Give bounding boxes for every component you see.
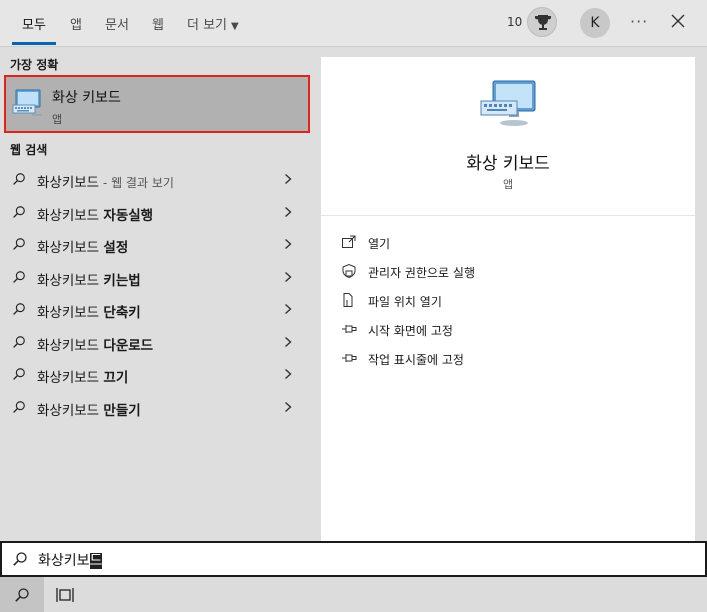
detail-subtitle: 앱 (502, 178, 514, 191)
chevron-right-icon (285, 336, 292, 347)
web-search-item-suggestion: 단축키 (103, 305, 141, 321)
web-search-item-suggestion: 키는법 (103, 272, 141, 289)
best-match-subtitle: 앱 (52, 113, 63, 126)
search-icon (13, 205, 25, 218)
search-icon (13, 270, 25, 283)
search-input[interactable]: 화상키보드 (38, 550, 103, 570)
web-search-item-query: 화상키보드 (37, 337, 104, 354)
tab-web[interactable]: 웹 (152, 14, 164, 33)
shield-icon (342, 263, 356, 279)
detail-panel: 화상 키보드 앱 열기 관리자 권한으로 실행 파일 위치 열기 시작 화면에 … (321, 57, 695, 541)
search-icon (15, 588, 29, 602)
active-tab-indicator (12, 42, 56, 45)
web-search-item-text: 화상키보드 단축키 (37, 301, 141, 321)
web-search-item[interactable]: 화상키보드 키는법 (0, 261, 316, 293)
action-pin-to-start-label: 시작 화면에 고정 (368, 324, 453, 338)
search-box[interactable]: 화상키보드 (0, 541, 707, 577)
open-icon (342, 235, 356, 248)
search-icon (13, 368, 25, 380)
web-search-item-query: 화상키보드 (37, 207, 104, 224)
task-view-icon[interactable] (56, 587, 74, 603)
web-search-item-query: 화상키보드 (37, 272, 104, 289)
tab-more[interactable]: 더 보기 ▼ (187, 14, 239, 33)
pin-icon (342, 354, 357, 362)
tab-all[interactable]: 모두 (22, 14, 46, 33)
web-search-item-query: 화상키보드 (37, 175, 100, 191)
web-search-item-suggestion: 만들기 (103, 402, 141, 419)
best-match-header: 가장 정확 (10, 58, 59, 72)
chevron-right-icon (285, 303, 292, 315)
web-search-item-suggestion: 설정 (103, 240, 129, 256)
web-search-item-query: 화상키보드 (37, 305, 104, 321)
tab-apps[interactable]: 앱 (70, 14, 82, 33)
web-search-item[interactable]: 화상키보드 - 웹 결과 보기 (0, 163, 316, 195)
tab-more-label: 더 보기 (187, 18, 228, 33)
chevron-down-icon: ▼ (231, 21, 239, 32)
web-search-item-query: 화상키보드 (37, 370, 104, 386)
web-search-item-query: 화상키보드 (37, 240, 104, 256)
file-location-icon (343, 293, 353, 307)
pin-icon (342, 325, 357, 333)
taskbar (0, 577, 707, 612)
tab-documents[interactable]: 문서 (105, 14, 129, 33)
web-search-item[interactable]: 화상키보드 자동실행 (0, 196, 316, 228)
search-icon (13, 238, 25, 250)
search-input-text: 화상키보 (38, 553, 90, 569)
web-search-item-text: 화상키보드 키는법 (37, 269, 141, 289)
on-screen-keyboard-large-icon (479, 79, 539, 131)
web-search-item[interactable]: 화상키보드 다운로드 (0, 326, 316, 358)
web-search-item[interactable]: 화상키보드 설정 (0, 228, 316, 260)
web-search-item-text: 화상키보드 끄기 (37, 366, 128, 386)
action-pin-to-taskbar-label: 작업 표시줄에 고정 (368, 353, 464, 367)
user-avatar[interactable]: K (580, 8, 610, 38)
web-search-item[interactable]: 화상키보드 단축키 (0, 293, 316, 325)
close-icon[interactable] (668, 11, 688, 31)
detail-title: 화상 키보드 (466, 154, 550, 174)
web-search-header: 웹 검색 (10, 143, 48, 157)
rewards-points: 10 (507, 15, 523, 29)
web-search-item[interactable]: 화상키보드 끄기 (0, 358, 316, 390)
search-icon (13, 400, 25, 413)
chevron-right-icon (285, 173, 292, 185)
on-screen-keyboard-icon (12, 88, 44, 118)
chevron-right-icon (285, 271, 292, 282)
chevron-right-icon (285, 238, 292, 250)
rewards-trophy-icon[interactable] (527, 7, 557, 37)
web-search-item-text: 화상키보드 - 웹 결과 보기 (37, 171, 174, 191)
web-search-item-query: 화상키보드 (37, 402, 104, 419)
web-search-item-suggestion: 자동실행 (103, 207, 154, 224)
action-run-as-admin-label: 관리자 권한으로 실행 (368, 266, 475, 280)
best-match-title: 화상 키보드 (52, 90, 121, 106)
search-icon (13, 552, 27, 566)
search-input-composing: 드 (89, 553, 103, 569)
search-header-bar: 모두 앱 문서 웹 더 보기 ▼ 10 K ··· (0, 0, 707, 47)
search-icon (13, 335, 25, 348)
action-open-file-location-label: 파일 위치 열기 (368, 295, 442, 309)
chevron-right-icon (285, 401, 292, 412)
web-search-item-suggestion: 끄기 (103, 370, 129, 386)
taskbar-search-button[interactable] (0, 577, 44, 612)
search-icon (13, 173, 25, 185)
chevron-right-icon (285, 206, 292, 217)
web-search-item-hint: - 웹 결과 보기 (99, 176, 174, 190)
web-search-item-text: 화상키보드 만들기 (37, 399, 141, 419)
more-options-button[interactable]: ··· (630, 12, 648, 31)
best-match-result[interactable]: 화상 키보드 앱 (4, 75, 310, 133)
web-search-item-text: 화상키보드 설정 (37, 236, 128, 256)
web-search-item-text: 화상키보드 다운로드 (37, 334, 153, 354)
detail-divider (321, 215, 695, 216)
web-search-item-text: 화상키보드 자동실행 (37, 204, 153, 224)
search-icon (13, 303, 25, 315)
web-search-item[interactable]: 화상키보드 만들기 (0, 391, 316, 423)
action-open-label: 열기 (368, 237, 391, 251)
web-search-item-suggestion: 다운로드 (103, 337, 154, 354)
chevron-right-icon (285, 368, 292, 380)
